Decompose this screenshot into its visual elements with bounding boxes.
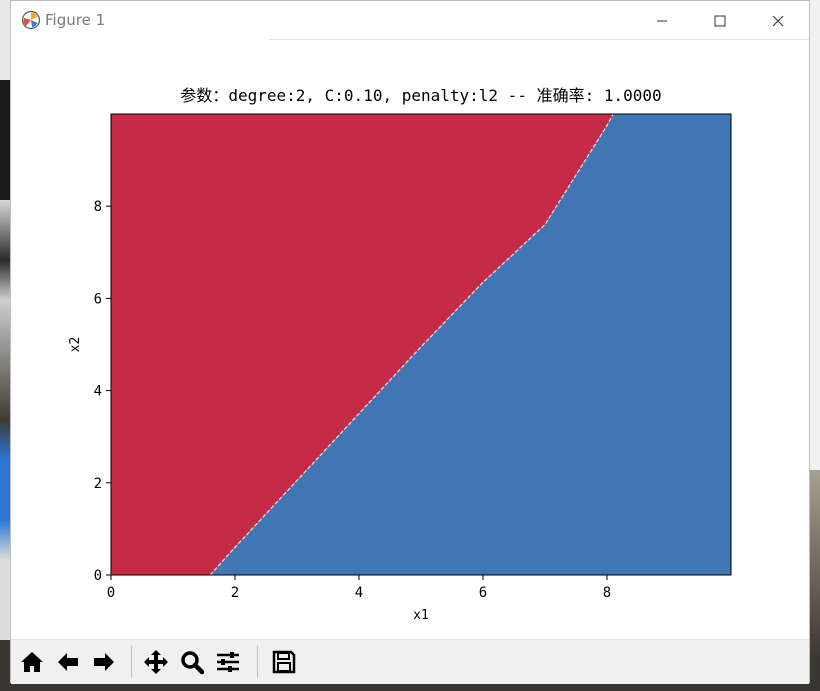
window-title: Figure 1 — [45, 11, 106, 29]
y-tick-label: 4 — [94, 384, 102, 400]
y-axis-label: x2 — [68, 337, 83, 353]
home-button[interactable] — [15, 646, 49, 678]
x-tick: 0 — [107, 575, 115, 601]
x-tick: 4 — [355, 575, 363, 601]
close-icon — [772, 15, 784, 27]
x-tick-label: 6 — [479, 585, 487, 601]
configure-subplots-button[interactable] — [211, 646, 245, 678]
arrow-left-icon — [58, 653, 78, 671]
title-bar[interactable]: Figure 1 — [11, 1, 809, 40]
maximize-icon — [714, 15, 726, 27]
minimize-icon — [657, 20, 667, 22]
x-tick: 8 — [603, 575, 611, 601]
x-tick-label: 2 — [231, 585, 239, 601]
x-axis-label: x1 — [413, 608, 429, 623]
plot-svg: 0 2 4 6 8 0 2 4 6 8 参数：degree:2, C:0.10, penalty… — [68, 86, 732, 623]
y-tick-label: 0 — [94, 568, 102, 584]
sliders-icon — [217, 652, 239, 672]
x-tick-label: 8 — [603, 585, 611, 601]
pan-button[interactable] — [139, 646, 173, 678]
x-tick: 6 — [479, 575, 487, 601]
x-axis-ticks: 0 2 4 6 8 — [107, 575, 611, 601]
move-icon — [144, 650, 168, 674]
x-tick-label: 0 — [107, 585, 115, 601]
floppy-disk-icon — [272, 650, 296, 674]
y-tick: 4 — [94, 384, 111, 400]
y-tick-label: 8 — [94, 199, 102, 215]
desktop-left-strip — [0, 0, 10, 691]
y-tick: 0 — [94, 568, 111, 584]
toolbar-separator — [257, 646, 258, 678]
toolbar-separator — [131, 646, 132, 678]
save-button[interactable] — [267, 646, 301, 678]
navigation-toolbar — [11, 639, 809, 684]
x-tick: 2 — [231, 575, 239, 601]
back-button[interactable] — [51, 646, 85, 678]
matplotlib-icon — [21, 10, 41, 30]
y-tick: 2 — [94, 476, 111, 492]
home-icon — [21, 652, 43, 672]
close-button[interactable] — [755, 7, 801, 35]
y-tick-label: 2 — [94, 476, 102, 492]
y-tick: 8 — [94, 199, 111, 215]
y-axis-ticks: 0 2 4 6 8 — [94, 199, 111, 584]
forward-button[interactable] — [87, 646, 121, 678]
minimize-button[interactable] — [639, 7, 685, 35]
figure-window: Figure 1 0 2 4 6 8 0 2 4 6 8 参数：degree:2, C:0.10… — [10, 0, 810, 684]
arrow-right-icon — [94, 653, 114, 671]
y-tick: 6 — [94, 291, 111, 307]
chart-title: 参数：degree:2, C:0.10, penalty:l2 -- 准确率: … — [180, 86, 661, 105]
magnifier-icon — [181, 651, 205, 675]
desktop-right-strip — [810, 0, 820, 691]
x-tick-label: 4 — [355, 585, 363, 601]
zoom-button[interactable] — [175, 646, 209, 678]
y-tick-label: 6 — [94, 291, 102, 307]
maximize-button[interactable] — [697, 7, 743, 35]
figure-canvas[interactable]: 0 2 4 6 8 0 2 4 6 8 参数：degree:2, C:0.10, penalty… — [11, 40, 809, 638]
